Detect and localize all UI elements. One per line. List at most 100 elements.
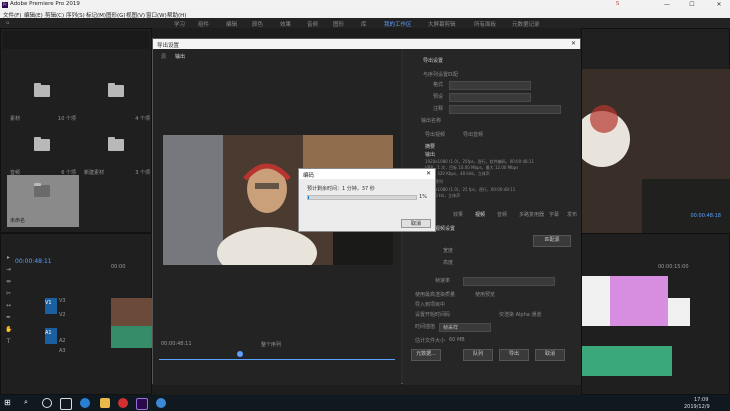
preset-select[interactable] (449, 93, 531, 102)
windows-start-icon[interactable]: ⊞ (4, 398, 14, 408)
workspace-color[interactable]: 颜色 (252, 20, 263, 28)
track-label: A3 (59, 348, 66, 354)
start-tc-checkbox[interactable]: 设置开始时间码 (415, 311, 450, 318)
workspace-big-screen[interactable]: 大屏幕剪辑 (428, 20, 456, 28)
type-tool-icon[interactable]: T (5, 338, 12, 345)
workspace-learn[interactable]: 学习 (174, 20, 185, 28)
app-task-icon[interactable] (156, 398, 166, 408)
minimize-button[interactable]: — (660, 0, 674, 9)
task-view-icon[interactable] (60, 398, 72, 410)
comments-field[interactable] (449, 105, 561, 114)
encoding-cancel-button[interactable]: 取消 (401, 219, 431, 228)
tab-source[interactable]: 源 (161, 53, 166, 60)
audio-waveform[interactable] (582, 346, 672, 376)
premiere-task-icon[interactable] (136, 398, 148, 410)
audio-clip[interactable] (111, 326, 153, 348)
tab-effects[interactable]: 效果 (453, 211, 463, 218)
tab-audio[interactable]: 音频 (497, 211, 507, 218)
tab-multiplexer[interactable]: 多路复用器 (519, 211, 544, 218)
program-timecode[interactable]: 00:00:48:18 (690, 213, 721, 219)
project-panel: 素材 10 个项 4 个项 音频 6 个项 新建素材 3 个项 未命名 (0, 28, 152, 233)
workspace-metadata[interactable]: 元数据记录 (512, 20, 540, 28)
format-select[interactable] (449, 81, 531, 90)
ruler-label: 00:00 (111, 264, 126, 270)
explorer-icon[interactable] (100, 398, 110, 408)
workspace-graphics[interactable]: 图形 (333, 20, 344, 28)
home-icon[interactable]: ⌂ (6, 20, 10, 26)
browser-icon[interactable] (118, 398, 128, 408)
workspace-assembly[interactable]: 组件 (198, 20, 209, 28)
progress-status: 预计剩余时间：1 分钟，37 秒 (307, 186, 375, 192)
dialog-close-icon[interactable]: ✕ (571, 40, 576, 47)
bin-item[interactable]: 4 个项 (81, 75, 153, 125)
clip-pink[interactable] (610, 276, 668, 298)
search-icon[interactable]: ⌕ (24, 398, 34, 408)
workspace-editing[interactable]: 编辑 (226, 20, 237, 28)
export-button[interactable]: 导出 (499, 349, 529, 361)
window-title: Adobe Premiere Pro 2019 (10, 1, 80, 7)
timeline-right: 00:00:15:00 (581, 233, 730, 395)
tab-captions[interactable]: 字幕 (549, 211, 559, 218)
estimated-size-value: 60 MB (449, 337, 465, 343)
queue-button[interactable]: 队列 (463, 349, 493, 361)
timeline-timecode[interactable]: 00:00:48:11 (15, 258, 52, 265)
hand-tool-icon[interactable]: ✋ (5, 326, 12, 333)
cortana-icon[interactable] (42, 398, 52, 408)
preset-label: 预设 (433, 94, 444, 100)
bin-item[interactable]: 新建素材 3 个项 (81, 129, 153, 179)
track-label: V3 (59, 298, 66, 304)
window-title-bar: Pr Adobe Premiere Pro 2019 S — ☐ ✕ (0, 0, 730, 9)
edge-icon[interactable] (80, 398, 90, 408)
track-select-icon[interactable]: ⇥ (5, 266, 12, 273)
ripple-edit-icon[interactable]: ⇹ (5, 278, 12, 285)
clip-white[interactable] (582, 276, 610, 326)
ruler-label: 00:00:15:00 (658, 264, 689, 270)
progress-fill (308, 196, 310, 199)
razor-tool-icon[interactable]: ✂ (5, 290, 12, 297)
ime-badge[interactable]: S (616, 1, 619, 8)
close-button[interactable]: ✕ (712, 0, 726, 9)
clip-pink[interactable] (610, 298, 668, 326)
render-alpha-checkbox[interactable]: 仅渲染 Alpha 通道 (499, 311, 541, 318)
bin-label: 未命名 (10, 218, 26, 224)
bin-item[interactable]: 素材 10 个项 (7, 75, 79, 125)
export-audio-checkbox[interactable]: 导出音频 (463, 131, 483, 138)
project-panel-header (3, 31, 149, 49)
bin-item[interactable]: 音频 6 个项 (7, 129, 79, 179)
tab-output[interactable]: 输出 (175, 53, 185, 60)
time-interp-label: 时间插值 (415, 324, 436, 330)
match-source-button[interactable]: 匹配源 (533, 235, 571, 247)
workspace-libraries[interactable]: 库 (361, 20, 367, 28)
taskbar-time[interactable]: 17:09 (694, 397, 708, 403)
source-range-bar[interactable] (159, 359, 395, 360)
selection-tool-icon[interactable]: ▸ (5, 254, 12, 261)
progress-bar (307, 195, 417, 200)
import-project-checkbox[interactable]: 导入到项目中 (415, 301, 445, 308)
video-clip-thumb[interactable] (111, 298, 153, 326)
workspace-effects[interactable]: 效果 (280, 20, 291, 28)
source-timecode[interactable]: 00:00:48:11 (161, 341, 192, 347)
modal-close-icon[interactable]: ✕ (426, 170, 431, 177)
match-sequence-checkbox[interactable]: 与序列设置匹配 (423, 71, 458, 78)
pen-tool-icon[interactable]: ✒ (5, 314, 12, 321)
taskbar-date[interactable]: 2019/12/9 (684, 404, 710, 410)
tab-publish[interactable]: 发布 (567, 211, 577, 218)
playhead-handle[interactable] (237, 351, 243, 357)
source-range-select[interactable]: 整个序列 (261, 341, 281, 348)
framerate-select[interactable] (463, 277, 555, 286)
workspace-all-panels[interactable]: 所有面板 (474, 20, 496, 28)
metadata-button[interactable]: 元数据... (411, 349, 441, 361)
folder-icon (108, 137, 124, 151)
workspace-audio[interactable]: 音频 (307, 20, 318, 28)
tab-video[interactable]: 视频 (475, 211, 485, 218)
maximize-button[interactable]: ☐ (685, 0, 699, 9)
use-previews-checkbox[interactable]: 使用预览 (475, 291, 495, 298)
slip-tool-icon[interactable]: ↔ (5, 302, 12, 309)
workspace-my[interactable]: 我的工作区 (384, 20, 412, 28)
dialog-cancel-button[interactable]: 取消 (535, 349, 565, 361)
modal-title: 编码 (303, 173, 315, 179)
bin-item-selected[interactable]: 未命名 (7, 175, 79, 227)
export-video-checkbox[interactable]: 导出视频 (425, 131, 445, 138)
clip-white[interactable] (668, 298, 690, 326)
max-render-checkbox[interactable]: 使用最高渲染质量 (415, 291, 455, 298)
